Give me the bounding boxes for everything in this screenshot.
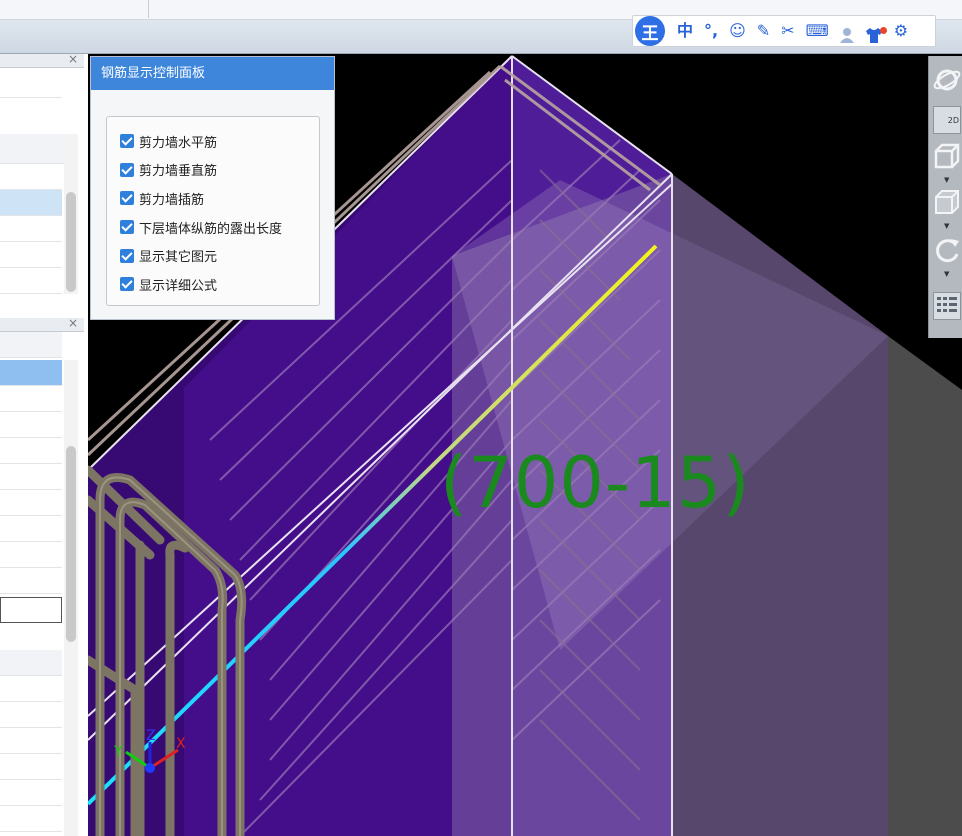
table-row[interactable] xyxy=(0,438,62,464)
table-header xyxy=(0,332,62,358)
table-row[interactable] xyxy=(0,490,62,516)
keyboard-icon[interactable]: ⌨ xyxy=(806,16,829,46)
layer-list-icon[interactable] xyxy=(933,292,961,320)
chevron-down-icon[interactable]: ▼ xyxy=(944,222,949,230)
panel-header-top: × xyxy=(0,52,84,68)
option-show-detailed-formula[interactable]: 显示详细公式 xyxy=(107,270,319,299)
chevron-down-icon[interactable]: ▼ xyxy=(944,176,949,184)
checkbox[interactable] xyxy=(120,277,134,292)
rotate-icon[interactable] xyxy=(933,236,961,264)
table-row[interactable] xyxy=(0,728,62,754)
close-icon[interactable]: × xyxy=(68,316,78,330)
checkbox[interactable] xyxy=(120,191,134,206)
chinese-mode-icon[interactable]: 中 xyxy=(677,16,693,46)
table-row[interactable] xyxy=(0,386,62,412)
settings-icon[interactable]: ⚙ xyxy=(894,16,908,46)
scrollbar-thumb[interactable] xyxy=(66,446,76,642)
option-label: 下层墙体纵筋的露出长度 xyxy=(139,221,283,237)
divider xyxy=(148,0,149,18)
checkbox[interactable] xyxy=(120,248,134,263)
skin-icon[interactable] xyxy=(865,23,887,43)
scissors-icon[interactable]: ✂ xyxy=(781,16,794,46)
chevron-down-icon[interactable]: ▼ xyxy=(944,270,949,278)
option-wall-dowel-rebar[interactable]: 剪力墙插筋 xyxy=(107,184,319,213)
table-group-row xyxy=(0,650,62,676)
option-show-other-elements[interactable]: 显示其它图元 xyxy=(107,241,319,270)
table-row[interactable] xyxy=(0,806,62,832)
view-toolbar: 2D ▼ ▼ ▼ xyxy=(928,56,962,338)
orbit-icon[interactable] xyxy=(933,66,961,94)
emoji-icon[interactable]: ☺ xyxy=(729,16,746,46)
view-2d-label: 2D xyxy=(947,116,959,125)
table-row-editing[interactable] xyxy=(0,597,62,623)
table-row[interactable] xyxy=(0,754,62,780)
list-item[interactable] xyxy=(0,68,62,98)
option-label: 剪力墙插筋 xyxy=(139,192,205,208)
axis-z-label: Z xyxy=(146,728,156,744)
table-header xyxy=(0,134,66,164)
rebar-display-control-panel: 钢筋显示控制面板 剪力墙水平筋 剪力墙垂直筋 剪力墙插筋 下层墙体纵筋的露出长度… xyxy=(90,56,335,320)
axis-x-label: X xyxy=(176,736,186,752)
option-label: 显示其它图元 xyxy=(139,250,218,266)
ime-toolbar: 王 中 °, ☺ ✎ ✂ ⌨ ⚙ xyxy=(632,15,936,47)
user-icon[interactable] xyxy=(839,23,854,43)
panel-title[interactable]: 钢筋显示控制面板 xyxy=(91,57,334,90)
table-row[interactable] xyxy=(0,676,62,702)
close-icon[interactable]: × xyxy=(68,52,78,66)
option-wall-vertical-rebar[interactable]: 剪力墙垂直筋 xyxy=(107,156,319,185)
checkbox[interactable] xyxy=(120,162,134,177)
ime-logo-icon[interactable]: 王 xyxy=(635,16,665,46)
table-row[interactable] xyxy=(0,464,62,490)
view-2d-button[interactable]: 2D xyxy=(933,106,961,134)
app-window: X Y Z (700-15) 王 中 °, ☺ ✎ ✂ ⌨ ⚙ × × 钢筋显示… xyxy=(0,0,962,836)
table-row[interactable] xyxy=(0,516,62,542)
option-label: 剪力墙水平筋 xyxy=(139,135,218,151)
table-row-selected[interactable] xyxy=(0,190,62,216)
options-group: 剪力墙水平筋 剪力墙垂直筋 剪力墙插筋 下层墙体纵筋的露出长度 显示其它图元 显… xyxy=(106,116,320,306)
dimension-label: (700-15) xyxy=(440,442,751,524)
table-row[interactable] xyxy=(0,542,62,568)
option-lower-wall-exposed-length[interactable]: 下层墙体纵筋的露出长度 xyxy=(107,213,319,242)
table-row[interactable] xyxy=(0,242,62,268)
table-row[interactable] xyxy=(0,780,62,806)
table-row[interactable] xyxy=(0,702,62,728)
scrollbar-thumb[interactable] xyxy=(66,192,76,292)
table-row-selected[interactable] xyxy=(0,360,62,386)
option-label: 显示详细公式 xyxy=(139,278,218,294)
table-row[interactable] xyxy=(0,216,62,242)
left-panels: × × xyxy=(0,52,88,836)
punctuation-icon[interactable]: °, xyxy=(704,16,718,46)
notification-dot xyxy=(879,27,887,34)
checkbox[interactable] xyxy=(120,134,134,149)
cube-view-icon[interactable] xyxy=(933,142,961,170)
panel-header-bottom: × xyxy=(0,316,84,332)
table-row[interactable] xyxy=(0,412,62,438)
handwriting-icon[interactable]: ✎ xyxy=(757,16,770,46)
table-row[interactable] xyxy=(0,268,62,294)
option-label: 剪力墙垂直筋 xyxy=(139,164,218,180)
solid-cube-icon[interactable] xyxy=(933,188,961,216)
table-row[interactable] xyxy=(0,568,62,594)
checkbox[interactable] xyxy=(120,220,134,235)
axis-y-label: Y xyxy=(113,744,123,760)
option-wall-horizontal-rebar[interactable]: 剪力墙水平筋 xyxy=(107,127,319,156)
table-row[interactable] xyxy=(0,164,62,190)
